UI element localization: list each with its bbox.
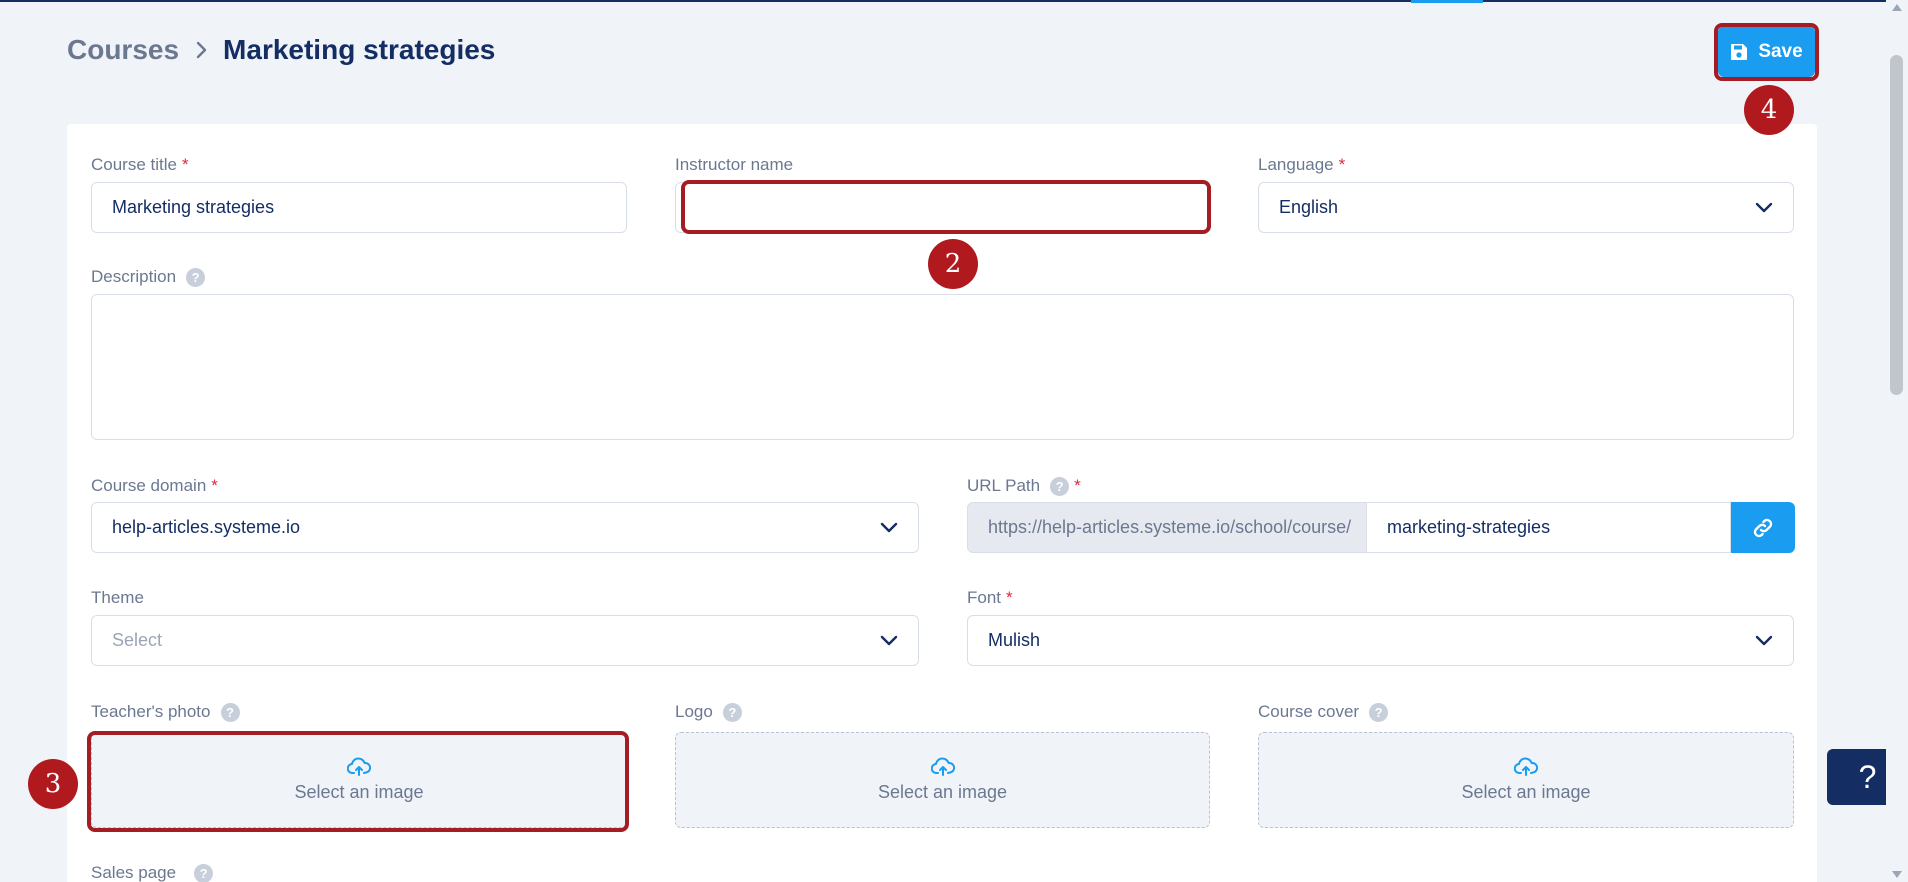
help-icon[interactable]: ? [1369, 702, 1389, 722]
logo-label: Logo? [675, 702, 742, 722]
chevron-down-icon [1755, 635, 1773, 647]
description-label: Description? [91, 267, 206, 287]
help-icon[interactable]: ? [1050, 476, 1070, 496]
chevron-down-icon [880, 522, 898, 534]
instructor-name-input[interactable] [675, 182, 1211, 233]
breadcrumb-courses-link[interactable]: Courses [67, 34, 179, 66]
annotation-marker-4: 4 [1744, 85, 1794, 135]
save-button[interactable]: Save [1718, 26, 1815, 77]
page-title: Marketing strategies [223, 34, 496, 65]
instructor-name-label: Instructor name [675, 155, 794, 174]
url-path-label: URL Path? * [967, 476, 1081, 496]
help-icon[interactable]: ? [220, 702, 240, 722]
cloud-upload-icon [1514, 757, 1538, 777]
course-cover-upload[interactable]: Select an image [1258, 732, 1794, 828]
link-icon [1751, 516, 1775, 540]
annotation-marker-2: 2 [928, 239, 978, 289]
page-scrollbar[interactable] [1886, 0, 1908, 882]
course-domain-label: Course domain * [91, 476, 218, 495]
teacher-photo-label: Teacher's photo? [91, 702, 240, 722]
progress-accent [1411, 0, 1483, 3]
course-cover-label: Course cover? [1258, 702, 1389, 722]
teacher-photo-upload[interactable]: Select an image [91, 732, 627, 828]
logo-upload[interactable]: Select an image [675, 732, 1210, 828]
course-domain-select[interactable]: help-articles.systeme.io [91, 502, 919, 553]
theme-select[interactable]: Select [91, 615, 919, 666]
help-icon[interactable]: ? [186, 267, 206, 287]
scroll-up-icon[interactable] [1892, 4, 1902, 11]
description-textarea[interactable] [91, 294, 1794, 440]
chevron-right-icon [195, 40, 209, 60]
save-button-label: Save [1758, 40, 1803, 62]
font-label: Font * [967, 588, 1013, 607]
scrollbar-thumb[interactable] [1890, 55, 1903, 395]
question-icon: ? [1858, 758, 1877, 795]
top-progress-line [0, 0, 1908, 3]
annotation-marker-3: 3 [28, 759, 78, 809]
sales-page-label: Sales page? [91, 863, 214, 882]
chevron-down-icon [880, 635, 898, 647]
copy-link-button[interactable] [1731, 502, 1795, 553]
url-path-prefix: https://help-articles.systeme.io/school/… [967, 502, 1367, 553]
url-path-slug-input[interactable]: marketing-strategies [1367, 502, 1731, 553]
breadcrumb: Courses Marketing strategies [67, 34, 495, 66]
scroll-down-icon[interactable] [1892, 871, 1902, 878]
help-icon[interactable]: ? [722, 702, 742, 722]
font-select[interactable]: Mulish [967, 615, 1794, 666]
help-icon[interactable]: ? [194, 863, 214, 882]
language-label: Language * [1258, 155, 1346, 174]
course-title-label: Course title * [91, 155, 189, 174]
cloud-upload-icon [347, 757, 371, 777]
cloud-upload-icon [930, 757, 955, 777]
theme-label: Theme [91, 588, 144, 607]
chevron-down-icon [1755, 202, 1773, 214]
floppy-disk-icon [1730, 43, 1748, 61]
course-title-input[interactable]: Marketing strategies [91, 182, 627, 233]
language-select[interactable]: English [1258, 182, 1794, 233]
